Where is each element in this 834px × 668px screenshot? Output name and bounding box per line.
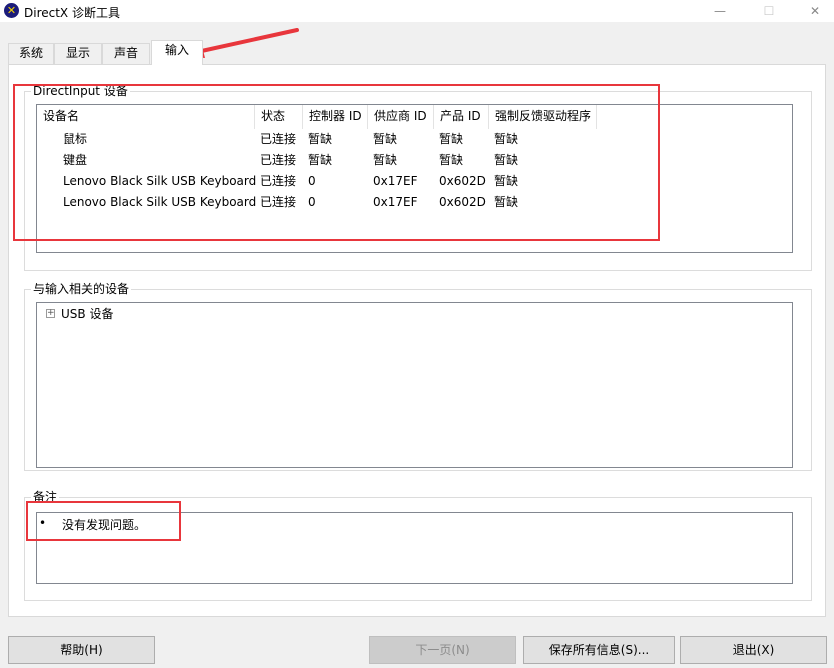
row-ff-driver: 暂缺 xyxy=(494,132,519,146)
column-header-product-id[interactable]: 产品 ID xyxy=(434,105,489,129)
tab-sound[interactable]: 声音 xyxy=(102,43,150,64)
tab-bar: 系统 显示 声音 输入 xyxy=(0,40,834,65)
exit-button[interactable]: 退出(X) xyxy=(680,636,827,664)
row-status: 已连接 xyxy=(260,195,297,209)
row-vendor-id: 0x17EF xyxy=(373,195,418,209)
row-vendor-id: 暂缺 xyxy=(373,132,398,146)
row-product-id: 0x602D xyxy=(439,174,486,188)
row-controller-id: 暂缺 xyxy=(308,153,333,167)
row-product-id: 0x602D xyxy=(439,195,486,209)
directinput-device-list[interactable]: 设备名 状态 控制器 ID 供应商 ID 产品 ID 强制反馈驱动程序 鼠标 已… xyxy=(36,104,793,253)
notes-group-title: 备注 xyxy=(31,490,60,504)
column-header-controller-id[interactable]: 控制器 ID xyxy=(303,105,368,129)
save-all-info-button[interactable]: 保存所有信息(S)... xyxy=(523,636,675,664)
row-device-name: Lenovo Black Silk USB Keyboard xyxy=(63,195,257,209)
row-controller-id: 暂缺 xyxy=(308,132,333,146)
directinput-group: DirectInput 设备 设备名 状态 控制器 ID 供应商 ID 产品 I… xyxy=(24,84,812,271)
tab-input[interactable]: 输入 xyxy=(151,40,203,65)
row-device-name: 鼠标 xyxy=(63,132,88,146)
column-header-status[interactable]: 状态 xyxy=(255,105,303,129)
row-vendor-id: 0x17EF xyxy=(373,174,418,188)
help-button[interactable]: 帮助(H) xyxy=(8,636,155,664)
bullet-icon: • xyxy=(39,516,47,530)
notes-box[interactable]: • 没有发现问题。 xyxy=(36,512,793,584)
minimize-button[interactable]: — xyxy=(697,1,743,21)
row-product-id: 暂缺 xyxy=(439,153,464,167)
input-tab-page: DirectInput 设备 设备名 状态 控制器 ID 供应商 ID 产品 I… xyxy=(8,64,826,617)
directinput-group-title: DirectInput 设备 xyxy=(31,84,130,98)
row-vendor-id: 暂缺 xyxy=(373,153,398,167)
related-devices-group: 与输入相关的设备 + USB 设备 xyxy=(24,282,812,471)
tab-display[interactable]: 显示 xyxy=(54,43,102,64)
row-status: 已连接 xyxy=(260,153,297,167)
next-page-button[interactable]: 下一页(N) xyxy=(369,636,516,664)
related-devices-group-title: 与输入相关的设备 xyxy=(31,282,132,296)
row-product-id: 暂缺 xyxy=(439,132,464,146)
row-ff-driver: 暂缺 xyxy=(494,174,519,188)
row-controller-id: 0 xyxy=(308,195,316,209)
window-title: DirectX 诊断工具 xyxy=(24,6,120,20)
row-device-name: Lenovo Black Silk USB Keyboard xyxy=(63,174,257,188)
column-header-device-name[interactable]: 设备名 xyxy=(37,105,255,129)
tree-item-usb-devices[interactable]: USB 设备 xyxy=(61,305,113,322)
column-header-ff-driver[interactable]: 强制反馈驱动程序 xyxy=(489,105,597,129)
related-devices-tree[interactable]: + USB 设备 xyxy=(36,302,793,468)
directx-icon: ✕ xyxy=(4,3,19,18)
title-bar: ✕ DirectX 诊断工具 — ☐ ✕ xyxy=(0,0,834,22)
notes-group: 备注 • 没有发现问题。 xyxy=(24,490,812,601)
expand-icon[interactable]: + xyxy=(46,309,55,318)
row-device-name: 键盘 xyxy=(63,153,88,167)
maximize-button[interactable]: ☐ xyxy=(746,1,792,21)
note-text: 没有发现问题。 xyxy=(62,518,147,532)
row-status: 已连接 xyxy=(260,174,297,188)
row-ff-driver: 暂缺 xyxy=(494,195,519,209)
tab-system[interactable]: 系统 xyxy=(8,43,54,64)
row-status: 已连接 xyxy=(260,132,297,146)
close-button[interactable]: ✕ xyxy=(792,1,834,21)
row-ff-driver: 暂缺 xyxy=(494,153,519,167)
row-controller-id: 0 xyxy=(308,174,316,188)
column-header-vendor-id[interactable]: 供应商 ID xyxy=(368,105,434,129)
